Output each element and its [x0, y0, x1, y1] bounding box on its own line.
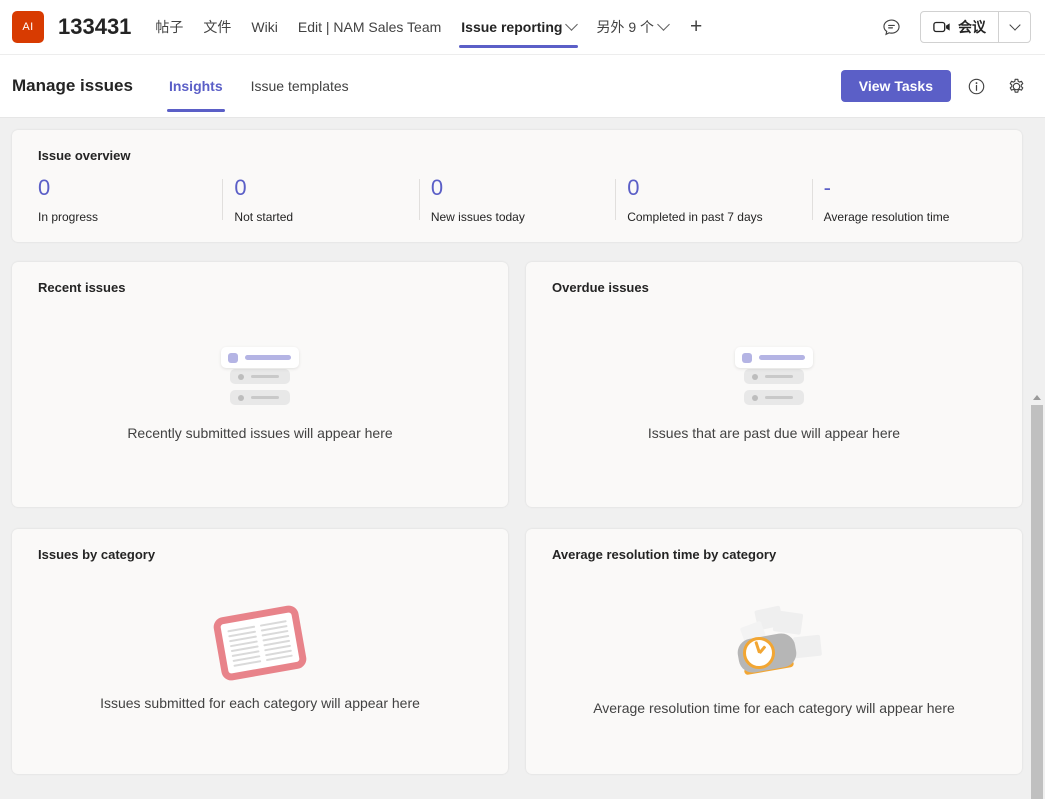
app-tab-list: Insights Issue templates	[155, 55, 363, 118]
metric-label: New issues today	[430, 210, 525, 224]
meet-now-label: 会议	[958, 19, 986, 35]
recent-issues-title: Recent issues	[38, 280, 126, 295]
metric-value: 0	[234, 175, 247, 200]
metric-value: -	[823, 175, 831, 200]
meet-now-button[interactable]: 会议	[921, 12, 998, 42]
recent-issues-card: Recent issues Recently submitted issues …	[12, 262, 508, 507]
avg-resolution-by-category-empty-text: Average resolution time for each categor…	[593, 700, 955, 716]
metric-label: In progress	[38, 210, 99, 224]
info-circle-icon[interactable]	[961, 71, 991, 101]
clock-illustration	[726, 605, 823, 680]
metric-label: Not started	[234, 210, 294, 224]
issue-overview-card: Issue overview 0 In progress 0 Not start…	[12, 130, 1022, 242]
recent-issues-empty-text: Recently submitted issues will appear he…	[127, 425, 393, 441]
tab-issue-templates[interactable]: Issue templates	[237, 55, 363, 118]
channel-tab-files[interactable]: 文件	[193, 0, 241, 55]
scroll-up-arrow-icon[interactable]	[1029, 390, 1045, 405]
metric-list: 0 In progress 0 Not started 0 New issues…	[12, 175, 1022, 224]
channel-tab-label: 另外 9 个	[596, 19, 655, 35]
overdue-issues-empty-text: Issues that are past due will appear her…	[647, 425, 901, 441]
issues-by-category-empty-text: Issues submitted for each category will …	[100, 695, 420, 711]
team-name: 133431	[58, 14, 132, 39]
avg-resolution-by-category-card: Average resolution time by category Aver…	[526, 529, 1022, 774]
app-toolbar: Manage issues Insights Issue templates V…	[0, 55, 1045, 118]
metric-completed-past-7-days: 0 Completed in past 7 days	[615, 175, 811, 224]
channel-tab-list: 帖子 文件 Wiki Edit | NAM Sales Team Issue r…	[145, 0, 714, 55]
channel-tab-posts[interactable]: 帖子	[145, 0, 193, 55]
channel-tab-issue-reporting[interactable]: Issue reporting	[451, 0, 586, 55]
team-avatar-label: AI	[22, 21, 34, 33]
channel-tab-label: 文件	[203, 19, 232, 35]
team-avatar[interactable]: AI	[12, 11, 44, 43]
tab-insights[interactable]: Insights	[155, 55, 237, 118]
overdue-issues-card: Overdue issues Issues that are past due …	[526, 262, 1022, 507]
overdue-issues-empty-state: Issues that are past due will appear her…	[526, 295, 1022, 507]
avg-resolution-by-category-empty-state: Average resolution time for each categor…	[526, 562, 1022, 774]
overdue-issues-title: Overdue issues	[552, 280, 649, 295]
list-placeholder-illustration	[735, 347, 813, 405]
channel-tab-label: 帖子	[155, 19, 184, 35]
tab-label: Issue templates	[250, 78, 349, 94]
metric-average-resolution-time: - Average resolution time	[811, 175, 1008, 224]
issues-by-category-empty-state: Issues submitted for each category will …	[12, 562, 508, 774]
chevron-down-icon[interactable]	[565, 17, 579, 31]
metric-value: 0	[38, 175, 51, 200]
insights-card-grid: Recent issues Recently submitted issues …	[12, 262, 1022, 774]
metric-in-progress: 0 In progress	[26, 175, 222, 224]
insights-content: Issue overview 0 In progress 0 Not start…	[0, 118, 1045, 799]
channel-tab-label: Issue reporting	[461, 19, 563, 35]
metric-new-issues-today: 0 New issues today	[418, 175, 615, 224]
avg-resolution-by-category-title: Average resolution time by category	[552, 547, 777, 562]
chat-bubble-icon[interactable]	[876, 12, 906, 42]
meet-options-caret[interactable]	[998, 12, 1030, 42]
channel-tab-label: Edit | NAM Sales Team	[297, 19, 442, 35]
issues-by-category-card: Issues by category Issues submitted for …	[12, 529, 508, 774]
scrollbar-thumb[interactable]	[1031, 405, 1043, 799]
channel-tab-label: Wiki	[251, 19, 278, 35]
meet-button-group: 会议	[920, 11, 1031, 43]
vertical-scrollbar[interactable]	[1029, 390, 1045, 799]
page-title: Manage issues	[12, 76, 133, 95]
add-tab-button[interactable]: +	[678, 0, 714, 55]
chevron-down-icon	[1008, 19, 1021, 31]
video-camera-icon	[933, 21, 950, 33]
view-tasks-button[interactable]: View Tasks	[840, 70, 951, 102]
channel-tab-wiki[interactable]: Wiki	[241, 0, 287, 55]
channel-header-actions: 会议	[876, 11, 1031, 43]
issues-by-category-title: Issues by category	[38, 547, 156, 562]
metric-value: 0	[430, 175, 444, 200]
metric-label: Completed in past 7 days	[627, 210, 763, 224]
channel-header: AI 133431 帖子 文件 Wiki Edit | NAM Sales Te…	[0, 0, 1045, 55]
open-book-illustration	[212, 604, 308, 682]
chevron-down-icon[interactable]	[657, 17, 670, 31]
app-toolbar-actions: View Tasks	[840, 70, 1031, 102]
gear-icon[interactable]	[1001, 71, 1031, 101]
recent-issues-empty-state: Recently submitted issues will appear he…	[12, 295, 508, 507]
metric-value: 0	[627, 175, 640, 200]
tab-label: Insights	[168, 78, 223, 94]
channel-tab-nam-sales-team[interactable]: Edit | NAM Sales Team	[288, 0, 451, 55]
list-placeholder-illustration	[221, 347, 299, 405]
issue-overview-title: Issue overview	[38, 148, 131, 163]
channel-tab-more[interactable]: 另外 9 个	[586, 0, 678, 55]
metric-label: Average resolution time	[823, 210, 950, 224]
metric-not-started: 0 Not started	[222, 175, 418, 224]
